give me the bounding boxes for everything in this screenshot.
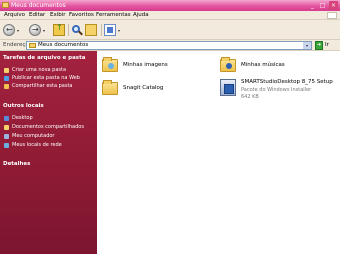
place-shared-documents[interactable]: Documentos compartilhados [4, 124, 96, 132]
task-share-folder[interactable]: Compartilhar esta pasta [4, 83, 96, 91]
toolbar: ← ▾ → ▾ ↑ ▾ [0, 20, 340, 40]
folder-app-icon [2, 2, 9, 8]
place-desktop[interactable]: Desktop [4, 115, 96, 123]
windows-logo-icon [327, 12, 337, 19]
task-pane: Tarefas de arquivo e pasta Criar uma nov… [0, 51, 97, 254]
pictures-folder-icon [102, 57, 118, 72]
file-name: Minhas músicas [241, 62, 285, 68]
task-label: Publicar esta pasta na Web [12, 75, 80, 81]
search-icon[interactable] [71, 24, 83, 36]
section-title-other-places[interactable]: Outros locais [3, 103, 44, 110]
close-button[interactable]: × [329, 1, 338, 10]
menu-ajuda[interactable]: Ajuda [133, 12, 149, 19]
address-value: Meus documentos [38, 42, 89, 48]
views-dropdown-icon[interactable]: ▾ [118, 28, 120, 33]
go-button[interactable]: ➜ [315, 41, 323, 50]
file-item-minhas-imagens[interactable]: Minhas imagens [102, 57, 192, 77]
menu-ferramentas[interactable]: Ferramentas [96, 12, 131, 19]
file-name: SMARTStudioDesktop 8_75 Setup [241, 79, 333, 85]
menu-exibir[interactable]: Exibir [50, 12, 66, 19]
share-folder-icon [4, 84, 9, 89]
menu-arquivo[interactable]: Arquivo [4, 12, 25, 19]
minimize-button[interactable]: _ [308, 1, 317, 10]
task-publish-web[interactable]: Publicar esta pasta na Web [4, 75, 96, 83]
views-icon[interactable] [104, 24, 116, 36]
place-label: Documentos compartilhados [12, 124, 84, 130]
maximize-button[interactable]: □ [318, 1, 327, 10]
address-bar: Endereço Meus documentos ▾ ➜ Ir [0, 40, 340, 51]
place-label: Desktop [12, 115, 33, 121]
place-label: Meus locais de rede [12, 142, 62, 148]
folder-icon [29, 43, 36, 48]
task-new-folder[interactable]: Criar uma nova pasta [4, 67, 96, 75]
back-arrow-icon: ← [6, 25, 13, 34]
shared-documents-icon [4, 125, 9, 130]
publish-web-icon [4, 76, 9, 81]
task-label: Criar uma nova pasta [12, 67, 67, 73]
up-folder-icon[interactable]: ↑ [53, 23, 65, 36]
file-type: Pacote do Windows Installer [241, 87, 312, 93]
place-network[interactable]: Meus locais de rede [4, 142, 96, 150]
menu-editar[interactable]: Editar [29, 12, 45, 19]
title-bar: Meus documentos _ □ × [0, 0, 340, 11]
network-places-icon [4, 143, 9, 148]
back-dropdown-icon[interactable]: ▾ [17, 28, 19, 33]
desktop-icon [4, 116, 9, 121]
address-label: Endereço [3, 42, 29, 48]
task-label: Compartilhar esta pasta [12, 83, 73, 89]
back-button[interactable]: ← [3, 24, 15, 36]
music-folder-icon [220, 57, 236, 72]
folder-icon [102, 80, 118, 95]
my-computer-icon [4, 134, 9, 139]
new-folder-icon [4, 68, 9, 73]
address-dropdown-icon[interactable]: ▾ [303, 42, 311, 49]
file-size: 642 KB [241, 94, 259, 100]
file-item-snagit-catalog[interactable]: Snagit Catalog [102, 80, 192, 100]
window-title: Meus documentos [11, 2, 66, 9]
section-title-details[interactable]: Detalhes [3, 161, 30, 168]
file-item-smartstudio-setup[interactable]: SMARTStudioDesktop 8_75 Setup Pacote do … [220, 79, 338, 112]
file-name: Minhas imagens [123, 62, 168, 68]
toolbar-separator [101, 24, 102, 36]
forward-dropdown-icon[interactable]: ▾ [43, 28, 45, 33]
go-label[interactable]: Ir [325, 42, 329, 49]
section-title-file-tasks[interactable]: Tarefas de arquivo e pasta [3, 55, 85, 62]
forward-button[interactable]: → [29, 24, 41, 36]
toolbar-separator [68, 24, 69, 36]
place-my-computer[interactable]: Meu computador [4, 133, 96, 141]
menu-favoritos[interactable]: Favoritos [69, 12, 94, 19]
file-name: Snagit Catalog [123, 85, 164, 91]
menu-bar: Arquivo Editar Exibir Favoritos Ferramen… [0, 11, 340, 20]
folders-icon[interactable] [85, 24, 97, 36]
address-input[interactable]: Meus documentos ▾ [26, 41, 312, 50]
place-label: Meu computador [12, 133, 55, 139]
file-list: Minhas imagens Minhas músicas Snagit Cat… [97, 51, 340, 254]
file-item-minhas-musicas[interactable]: Minhas músicas [220, 57, 320, 77]
installer-package-icon [220, 79, 236, 96]
forward-arrow-icon: → [32, 25, 39, 34]
